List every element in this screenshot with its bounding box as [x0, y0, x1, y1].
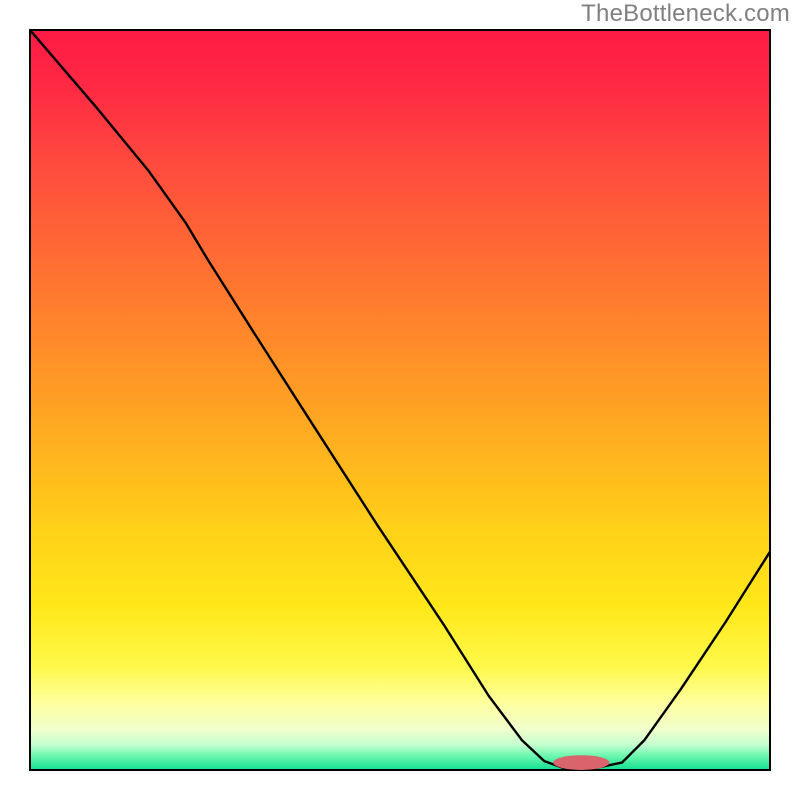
bottleneck-chart [0, 0, 800, 800]
watermark-text: TheBottleneck.com [581, 0, 790, 28]
chart-stage: TheBottleneck.com [0, 0, 800, 800]
optimal-marker [553, 755, 609, 770]
gradient-background [30, 30, 770, 770]
